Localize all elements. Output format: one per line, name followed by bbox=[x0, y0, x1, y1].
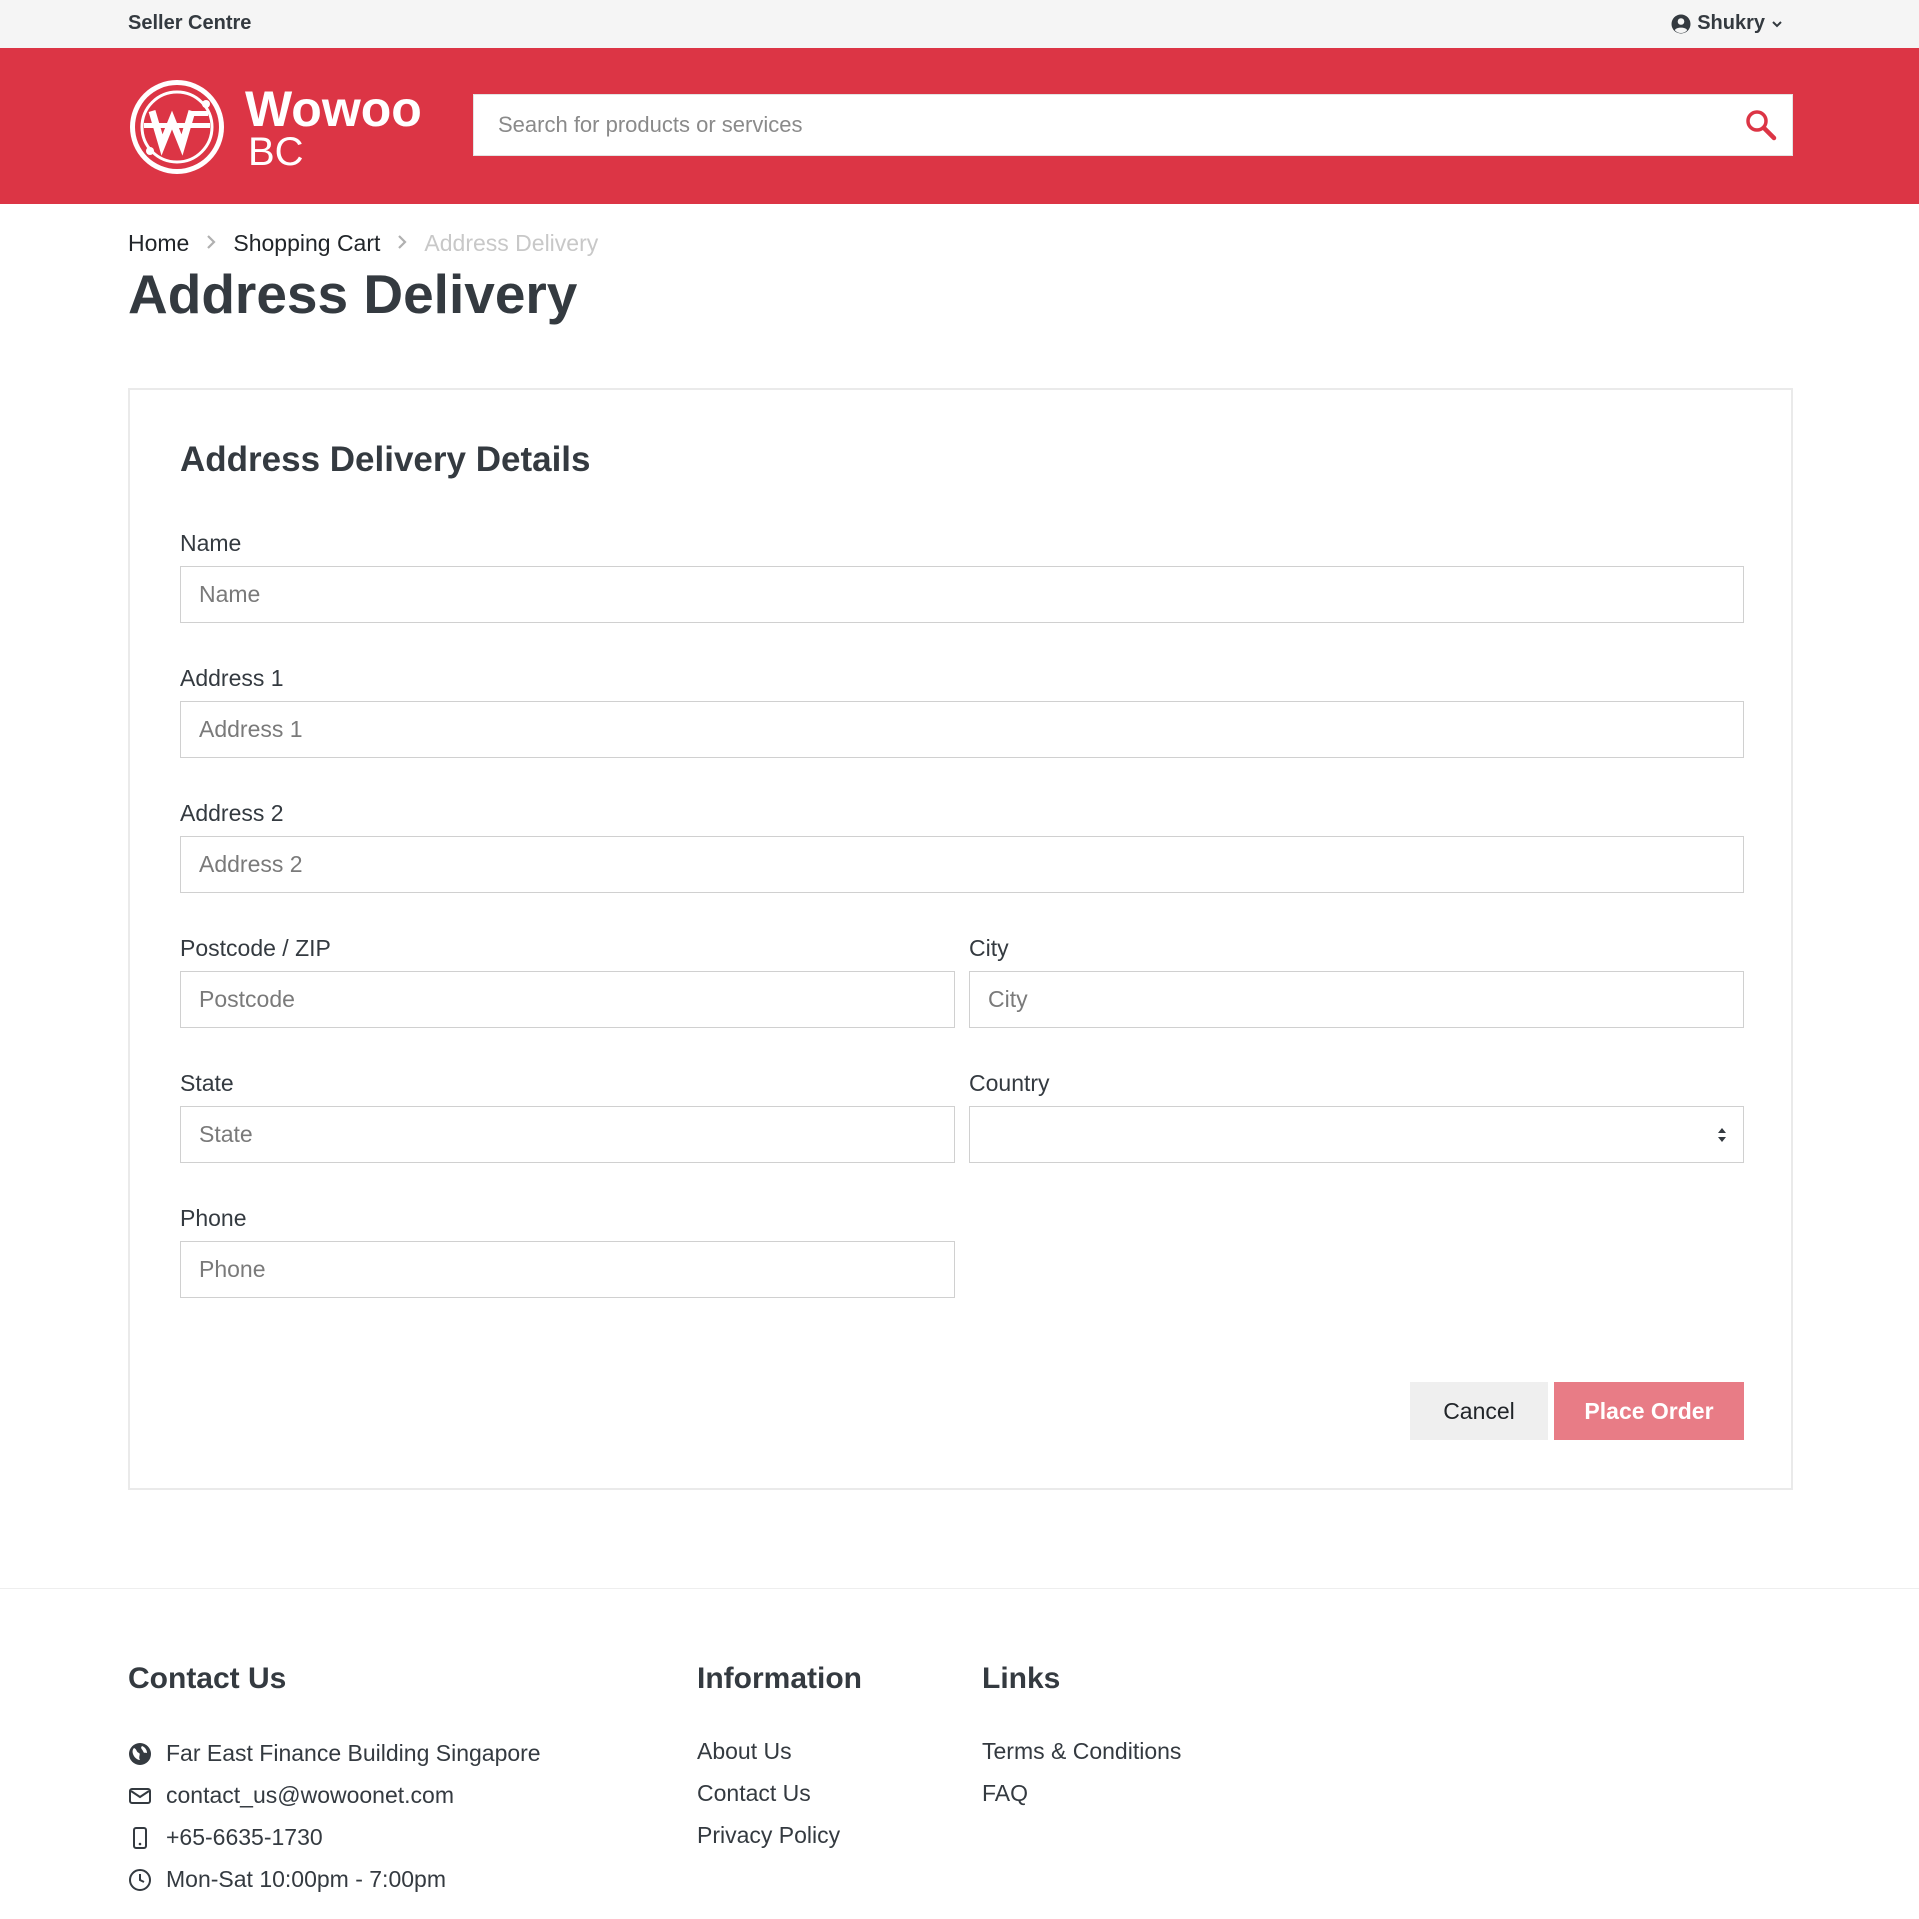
footer-address-text: Far East Finance Building Singapore bbox=[166, 1740, 541, 1766]
chevron-down-icon bbox=[1772, 20, 1782, 27]
footer-hours-text: Mon-Sat 10:00pm - 7:00pm bbox=[166, 1866, 446, 1892]
footer-divider bbox=[0, 1588, 1919, 1589]
footer-email[interactable]: contact_us@wowoonet.com bbox=[128, 1782, 454, 1809]
footer-hours: Mon-Sat 10:00pm - 7:00pm bbox=[128, 1866, 446, 1893]
globe-icon bbox=[129, 1742, 151, 1765]
form-title: Address Delivery Details bbox=[180, 440, 591, 479]
country-label: Country bbox=[969, 1070, 1050, 1096]
address2-field[interactable] bbox=[180, 836, 1744, 893]
state-label: State bbox=[180, 1070, 234, 1096]
envelope-icon bbox=[129, 1787, 151, 1804]
address1-field[interactable] bbox=[180, 701, 1744, 758]
footer-link-privacy-policy[interactable]: Privacy Policy bbox=[697, 1822, 840, 1849]
cancel-button[interactable]: Cancel bbox=[1410, 1382, 1548, 1440]
site-header: Wowoo BC bbox=[0, 48, 1919, 204]
footer-information-title: Information bbox=[697, 1662, 862, 1695]
top-bar: Seller Centre Shukry bbox=[0, 0, 1919, 48]
footer-email-text: contact_us@wowoonet.com bbox=[166, 1782, 454, 1808]
brand-logo[interactable]: Wowoo BC bbox=[128, 78, 428, 176]
phone-label: Phone bbox=[180, 1205, 247, 1231]
seller-centre-link[interactable]: Seller Centre bbox=[128, 12, 251, 35]
country-select[interactable] bbox=[969, 1106, 1744, 1163]
footer-link-faq[interactable]: FAQ bbox=[982, 1780, 1028, 1807]
footer-link-terms[interactable]: Terms & Conditions bbox=[982, 1738, 1181, 1765]
user-menu[interactable]: Shukry bbox=[1671, 12, 1783, 35]
address-form-card: Address Delivery Details Name Address 1 … bbox=[128, 388, 1793, 1490]
wowoo-logo-icon bbox=[130, 80, 224, 174]
state-field[interactable] bbox=[180, 1106, 955, 1163]
name-field[interactable] bbox=[180, 566, 1744, 623]
footer-contact-title: Contact Us bbox=[128, 1662, 287, 1695]
phone-field[interactable] bbox=[180, 1241, 955, 1298]
name-label: Name bbox=[180, 530, 242, 556]
clock-icon bbox=[129, 1868, 151, 1891]
search-icon bbox=[1746, 110, 1777, 141]
chevron-right-icon bbox=[205, 230, 217, 257]
breadcrumb-home[interactable]: Home bbox=[128, 230, 189, 257]
chevron-right-icon bbox=[396, 230, 408, 257]
breadcrumb-current: Address Delivery bbox=[424, 230, 599, 256]
mobile-phone-icon bbox=[133, 1826, 147, 1849]
city-field[interactable] bbox=[969, 971, 1744, 1028]
footer-address: Far East Finance Building Singapore bbox=[128, 1740, 541, 1767]
breadcrumb-cart[interactable]: Shopping Cart bbox=[233, 230, 380, 257]
place-order-button[interactable]: Place Order bbox=[1554, 1382, 1744, 1440]
footer-links-title: Links bbox=[982, 1662, 1061, 1695]
breadcrumb: Home Shopping Cart Address Delivery bbox=[128, 230, 598, 257]
user-name: Shukry bbox=[1697, 12, 1765, 34]
search-button[interactable] bbox=[1744, 108, 1778, 142]
address1-label: Address 1 bbox=[180, 665, 284, 691]
city-label: City bbox=[969, 935, 1009, 961]
address2-label: Address 2 bbox=[180, 800, 284, 826]
user-circle-icon bbox=[1671, 14, 1691, 33]
footer-link-contact-us[interactable]: Contact Us bbox=[697, 1780, 811, 1807]
search-input[interactable] bbox=[474, 95, 1714, 155]
postcode-field[interactable] bbox=[180, 971, 955, 1028]
search-bar bbox=[473, 94, 1793, 156]
page-title: Address Delivery bbox=[128, 263, 578, 325]
brand-subname: BC bbox=[248, 130, 304, 174]
footer-link-about-us[interactable]: About Us bbox=[697, 1738, 792, 1765]
select-arrows-icon bbox=[1718, 1128, 1726, 1142]
footer-phone: +65-6635-1730 bbox=[128, 1824, 323, 1851]
footer-phone-text: +65-6635-1730 bbox=[166, 1824, 323, 1850]
postcode-label: Postcode / ZIP bbox=[180, 935, 331, 961]
